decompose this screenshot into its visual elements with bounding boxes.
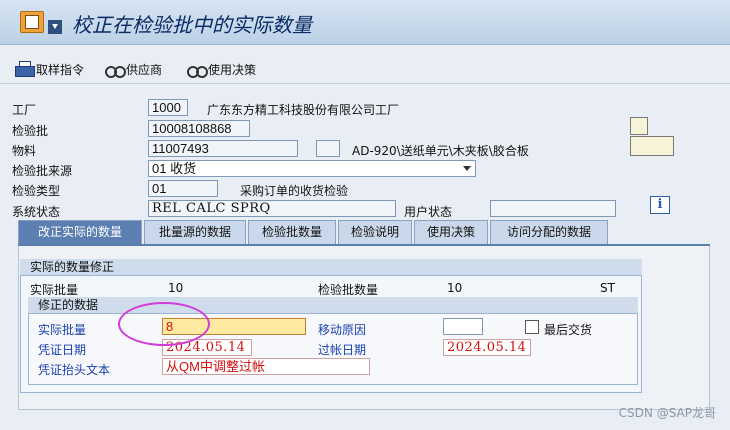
display-glasses-icon[interactable]: [630, 136, 674, 156]
movement-reason-label: 移动原因: [318, 323, 367, 337]
lot-origin-dropdown[interactable]: 01 收货: [148, 160, 476, 177]
system-status-label: 系统状态: [12, 205, 61, 219]
menu-dropdown-icon[interactable]: [48, 20, 62, 34]
watermark: CSDN @SAP龙哥: [618, 406, 716, 420]
tab-lot-quantity[interactable]: 检验批数量: [248, 220, 336, 244]
transaction-icon[interactable]: [20, 11, 44, 33]
material-label: 物料: [12, 144, 37, 158]
subgroup-title: 修正的数据: [28, 297, 638, 314]
sample-instruction-button[interactable]: 取样指令: [14, 60, 84, 78]
movement-reason-input[interactable]: [443, 318, 483, 335]
tab-assigned-data[interactable]: 访问分配的数据: [490, 220, 608, 244]
group-title: 实际的数量修正: [20, 259, 642, 276]
header-text-input[interactable]: 从QM中调整过帐: [162, 358, 370, 375]
title-bar: 校正在检验批中的实际数量: [0, 0, 730, 45]
material-description: AD-920\送纸单元\木夹板\胶合板: [352, 144, 529, 158]
glasses-icon: [104, 62, 126, 78]
actual-lot-value: 10: [168, 281, 184, 295]
page-title: 校正在检验批中的实际数量: [72, 13, 312, 37]
inspection-lot-label: 检验批: [12, 124, 49, 138]
vendor-button[interactable]: 供应商: [104, 60, 162, 78]
lot-quantity-value: 10: [447, 281, 463, 295]
inspection-lot-field[interactable]: 10008108868: [148, 120, 250, 137]
edit-pencil-icon[interactable]: [630, 117, 648, 135]
posting-date-label: 过帐日期: [318, 343, 367, 357]
printer-icon: [14, 61, 35, 77]
glasses-icon: [186, 62, 208, 78]
final-delivery-label: 最后交货: [544, 323, 593, 337]
material-extra-field[interactable]: [316, 140, 340, 157]
posting-date-input[interactable]: 2024.05.14: [443, 339, 531, 356]
user-status-label: 用户状态: [404, 205, 453, 219]
tab-lot-source-data[interactable]: 批量源的数据: [144, 220, 246, 244]
actual-qty-label: 实际批量: [38, 323, 87, 337]
chevron-down-icon[interactable]: [463, 166, 471, 171]
plant-code-field[interactable]: 1000: [148, 99, 188, 116]
tab-correct-actual-qty[interactable]: 改正实际的数量: [18, 220, 142, 244]
inspection-type-label: 检验类型: [12, 184, 61, 198]
usage-decision-button[interactable]: 使用决策: [186, 60, 256, 78]
highlight-circle-annotation: [118, 302, 210, 346]
plant-name: 广东东方精工科技股份有限公司工厂: [207, 103, 400, 117]
header-text-label: 凭证抬头文本: [38, 363, 111, 377]
lot-origin-label: 检验批来源: [12, 164, 73, 178]
actual-lot-label: 实际批量: [30, 283, 79, 297]
material-field[interactable]: 11007493: [148, 140, 298, 157]
plant-label: 工厂: [12, 103, 37, 117]
application-toolbar: 取样指令 供应商 使用决策: [0, 52, 730, 84]
inspection-type-description: 采购订单的收货检验: [240, 184, 349, 198]
tab-inspection-notes[interactable]: 检验说明: [338, 220, 412, 244]
inspection-type-field[interactable]: 01: [148, 180, 218, 197]
tab-strip: 改正实际的数量 批量源的数据 检验批数量 检验说明 使用决策 访问分配的数据: [18, 220, 618, 244]
system-status-field[interactable]: REL CALC SPRQ: [148, 200, 396, 217]
info-icon[interactable]: i: [650, 196, 670, 214]
document-date-label: 凭证日期: [38, 343, 87, 357]
tab-usage-decision[interactable]: 使用决策: [414, 220, 488, 244]
unit-value: ST: [600, 281, 615, 295]
lot-quantity-label: 检验批数量: [318, 283, 379, 297]
user-status-field[interactable]: [490, 200, 616, 217]
final-delivery-checkbox[interactable]: [525, 320, 539, 334]
